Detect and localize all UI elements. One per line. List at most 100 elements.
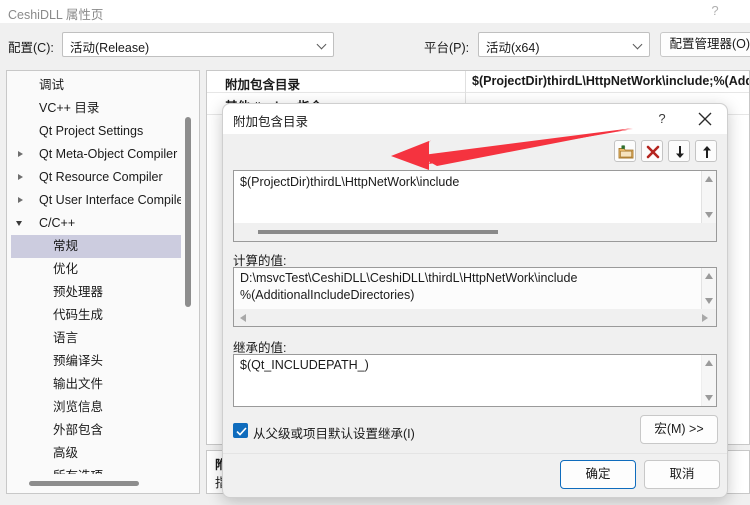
close-icon[interactable] (693, 108, 717, 130)
inherited-value-text: $(Qt_INCLUDEPATH_) (240, 358, 369, 372)
chevron-down-icon[interactable] (13, 212, 31, 235)
help-icon[interactable]: ? (706, 2, 724, 20)
cancel-button[interactable]: 取消 (644, 460, 720, 489)
delete-icon[interactable] (641, 140, 663, 162)
configuration-label: 配置(C): (8, 41, 54, 55)
tree-item[interactable]: 预处理器 (11, 281, 181, 304)
inherit-from-parent-label: 从父级或项目默认设置继承(I) (253, 427, 415, 441)
scroll-up-icon[interactable] (705, 273, 713, 279)
dialog-title: 附加包含目录 (233, 115, 309, 129)
tree-item-label: 预编译头 (53, 354, 104, 368)
tree-item-label: Qt User Interface Compiler (39, 193, 181, 207)
tree-item-label: 优化 (53, 262, 79, 276)
tree-item[interactable]: VC++ 目录 (11, 97, 181, 120)
evaluated-vertical-scrollbar[interactable] (701, 268, 716, 309)
tree-item-label: 输出文件 (53, 377, 104, 391)
chevron-right-icon[interactable] (13, 189, 31, 212)
scroll-up-icon[interactable] (705, 176, 713, 182)
ok-button[interactable]: 确定 (560, 460, 636, 489)
tree-item-label: Qt Project Settings (39, 124, 144, 138)
inherited-vertical-scrollbar[interactable] (701, 355, 716, 406)
evaluated-value-line-2: %(AdditionalIncludeDirectories) (240, 288, 415, 302)
evaluated-value-viewport: D:\msvcTest\CeshiDLL\CeshiDLL\thirdL\Htt… (234, 268, 701, 309)
tree-item[interactable]: 预编译头 (11, 350, 181, 373)
tree-item-label: 外部包含 (53, 423, 104, 437)
chevron-down-icon (634, 41, 643, 50)
window-title: CeshiDLL 属性页 (8, 8, 104, 22)
tree-vertical-scrollbar[interactable] (185, 117, 191, 307)
macros-button[interactable]: 宏(M) >> (640, 415, 718, 444)
platform-select[interactable]: 活动(x64) (478, 32, 650, 57)
column-divider (465, 71, 466, 93)
tree-item[interactable]: 优化 (11, 258, 181, 281)
tree-item-label: C/C++ (39, 216, 76, 230)
property-name: 附加包含目录 (225, 78, 301, 92)
new-folder-icon[interactable] (614, 140, 636, 162)
configuration-bar: 配置(C): 活动(Release) 平台(P): 活动(x64) 配置管理器(… (0, 23, 750, 67)
evaluated-value-line-1: D:\msvcTest\CeshiDLL\CeshiDLL\thirdL\Htt… (240, 271, 578, 285)
tree-item[interactable]: 高级 (11, 442, 181, 465)
scroll-down-icon[interactable] (705, 212, 713, 218)
arrow-up-icon[interactable] (695, 140, 717, 162)
tree-item[interactable]: 所有选项 (11, 465, 181, 474)
tree-horizontal-scrollbar[interactable] (29, 481, 139, 486)
tree-item-label: Qt Resource Compiler (39, 170, 163, 184)
configuration-select-value: 活动(Release) (70, 41, 150, 55)
inherited-value-box[interactable]: $(Qt_INCLUDEPATH_) (233, 354, 717, 407)
tree-item-label: 调试 (39, 78, 65, 92)
list-horizontal-scrollbar-thumb[interactable] (258, 230, 498, 234)
chevron-right-icon[interactable] (13, 143, 31, 166)
tree-item[interactable]: 调试 (11, 74, 181, 97)
tree-item-label: 代码生成 (53, 308, 104, 322)
tree-item[interactable]: 输出文件 (11, 373, 181, 396)
help-icon[interactable]: ? (651, 109, 673, 129)
tree-item-label: Qt Meta-Object Compiler (39, 147, 178, 161)
include-directories-list[interactable]: $(ProjectDir)thirdL\HttpNetWork\include (233, 170, 717, 242)
list-vertical-scrollbar[interactable] (701, 171, 716, 223)
tree-item-label: 高级 (53, 446, 79, 460)
tree-item[interactable]: 常规 (11, 235, 181, 258)
tree-item[interactable]: 外部包含 (11, 419, 181, 442)
tree-item[interactable]: Qt User Interface Compiler (11, 189, 181, 212)
tree-item-label: VC++ 目录 (39, 101, 100, 115)
dialog-titlebar: 附加包含目录 ? (223, 104, 727, 134)
arrow-down-icon[interactable] (668, 140, 690, 162)
tree-item[interactable]: Qt Meta-Object Compiler (11, 143, 181, 166)
platform-select-value: 活动(x64) (486, 41, 540, 55)
chevron-down-icon (318, 41, 327, 50)
tree-item[interactable]: Qt Resource Compiler (11, 166, 181, 189)
tree-item[interactable]: C/C++ (11, 212, 181, 235)
dialog-footer-divider (223, 453, 727, 454)
tree-item-label: 所有选项 (53, 465, 103, 474)
list-item[interactable]: $(ProjectDir)thirdL\HttpNetWork\include (240, 175, 459, 189)
evaluated-horizontal-scrollbar[interactable] (234, 309, 716, 326)
scroll-down-icon[interactable] (705, 298, 713, 304)
include-directories-list-viewport[interactable]: $(ProjectDir)thirdL\HttpNetWork\include (234, 171, 716, 223)
tree-item-label: 语言 (53, 331, 79, 345)
scroll-right-icon[interactable] (702, 314, 708, 322)
additional-include-directories-dialog: 附加包含目录 ? $(ProjectDir)thirdL\HttpNetWork… (222, 103, 728, 498)
chevron-right-icon[interactable] (13, 166, 31, 189)
tree-item-label: 常规 (53, 239, 79, 253)
tree-item-label: 预处理器 (53, 285, 104, 299)
evaluated-value-box[interactable]: D:\msvcTest\CeshiDLL\CeshiDLL\thirdL\Htt… (233, 267, 717, 327)
tree-item[interactable]: 代码生成 (11, 304, 181, 327)
settings-tree[interactable]: 调试 VC++ 目录 Qt Project Settings Qt Meta-Obje… (11, 74, 181, 474)
tree-item[interactable]: Qt Project Settings (11, 120, 181, 143)
tree-item[interactable]: 浏览信息 (11, 396, 181, 419)
list-horizontal-scrollbar[interactable] (234, 223, 716, 241)
property-grid-row[interactable]: 附加包含目录 $(ProjectDir)thirdL\HttpNetWork\in… (207, 71, 749, 93)
configuration-select[interactable]: 活动(Release) (62, 32, 334, 57)
platform-label: 平台(P): (424, 41, 470, 55)
configuration-manager-button[interactable]: 配置管理器(O)... (660, 32, 750, 57)
tree-item[interactable]: 语言 (11, 327, 181, 350)
property-value[interactable]: $(ProjectDir)thirdL\HttpNetWork\include;… (472, 74, 749, 88)
tree-item-label: 浏览信息 (53, 400, 104, 414)
scroll-up-icon[interactable] (705, 360, 713, 366)
property-pages-window: CeshiDLL 属性页 ? 配置(C): 活动(Release) 平台(P):… (0, 0, 750, 505)
scroll-left-icon[interactable] (240, 314, 246, 322)
checkbox-box[interactable] (233, 423, 248, 438)
settings-tree-panel: 调试 VC++ 目录 Qt Project Settings Qt Meta-Obje… (6, 70, 200, 494)
window-titlebar: CeshiDLL 属性页 ? (0, 0, 750, 23)
scroll-down-icon[interactable] (705, 395, 713, 401)
